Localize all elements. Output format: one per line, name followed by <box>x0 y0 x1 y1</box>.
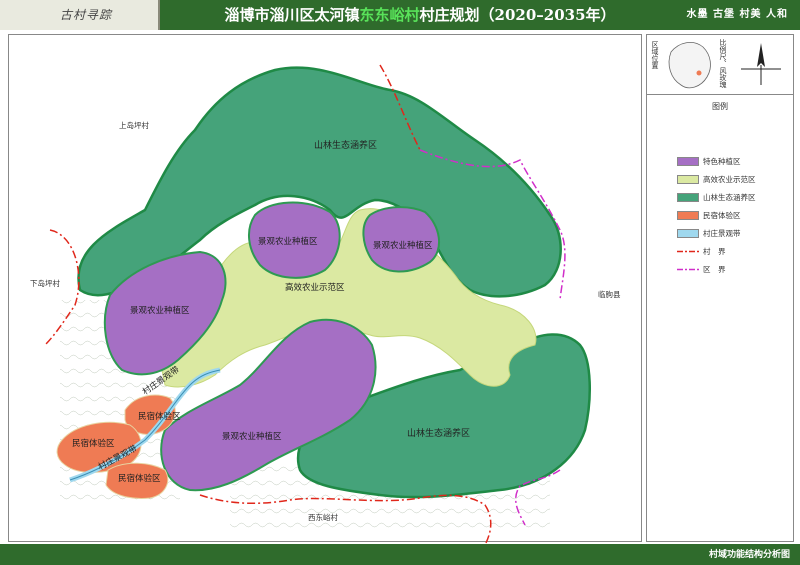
legend-label: 高效农业示范区 <box>703 174 756 184</box>
label-forest-north: 山林生态涵养区 <box>314 139 377 151</box>
inset-location-marker <box>696 70 702 76</box>
legend-line-village <box>677 250 699 252</box>
legend-label: 村庄景观带 <box>703 228 741 238</box>
legend-item: 村 界 <box>677 245 726 257</box>
legend-item: 山林生态涵养区 <box>677 191 756 203</box>
legend-item: 村庄景观带 <box>677 227 741 239</box>
label-homestay-2: 民宿体验区 <box>72 438 115 449</box>
label-landscape-2: 景观农业种植区 <box>373 240 433 251</box>
label-landscape-3: 景观农业种植区 <box>130 305 190 316</box>
label-homestay-3: 民宿体验区 <box>118 473 161 484</box>
footer-caption: 村域功能结构分析图 <box>708 550 790 560</box>
label-neighbor-north: 上岛坪村 <box>119 120 149 130</box>
legend-item: 特色种植区 <box>677 155 741 167</box>
legend-label: 山林生态涵养区 <box>703 192 756 202</box>
compass-icon <box>741 43 781 85</box>
label-landscape-4: 景观农业种植区 <box>222 431 282 442</box>
label-neighbor-east: 临朐县 <box>598 289 621 299</box>
legend-swatch <box>677 192 699 202</box>
label-agri-demo: 高效农业示范区 <box>285 282 345 293</box>
legend-label: 特色种植区 <box>703 156 741 166</box>
label-homestay-1: 民宿体验区 <box>138 411 181 422</box>
legend-swatch <box>677 156 699 166</box>
inset-location-map <box>668 42 711 89</box>
inset-frame: 区域位置 比例尺、风玫瑰 <box>647 35 793 95</box>
legend-item: 民宿体验区 <box>677 209 741 221</box>
legend-label: 村 界 <box>703 246 726 256</box>
legend-line-district <box>677 268 699 270</box>
legend-title: 图例 <box>712 102 728 111</box>
label-landscape-1: 景观农业种植区 <box>258 236 318 247</box>
legend-swatch <box>677 228 699 238</box>
legend-swatch <box>677 210 699 220</box>
legend-label: 区 界 <box>703 264 726 274</box>
legend-item: 高效农业示范区 <box>677 173 756 185</box>
label-neighbor-west: 下岛坪村 <box>30 278 60 288</box>
zone-landscape-2 <box>362 206 441 273</box>
label-neighbor-south: 西东峪村 <box>308 512 338 522</box>
legend-panel: 区域位置 比例尺、风玫瑰 图例 特色种植区 高效农业示范区 山林生态涵养区 民宿… <box>646 34 794 542</box>
footer-bar: 村域功能结构分析图 <box>0 544 800 565</box>
label-forest-south: 山林生态涵养区 <box>407 427 470 439</box>
legend-label: 民宿体验区 <box>703 210 741 220</box>
legend-item: 区 界 <box>677 263 726 275</box>
inset-scale-label: 比例尺、风玫瑰 <box>719 39 727 88</box>
legend-swatch <box>677 174 699 184</box>
inset-region-label: 区域位置 <box>651 41 659 69</box>
